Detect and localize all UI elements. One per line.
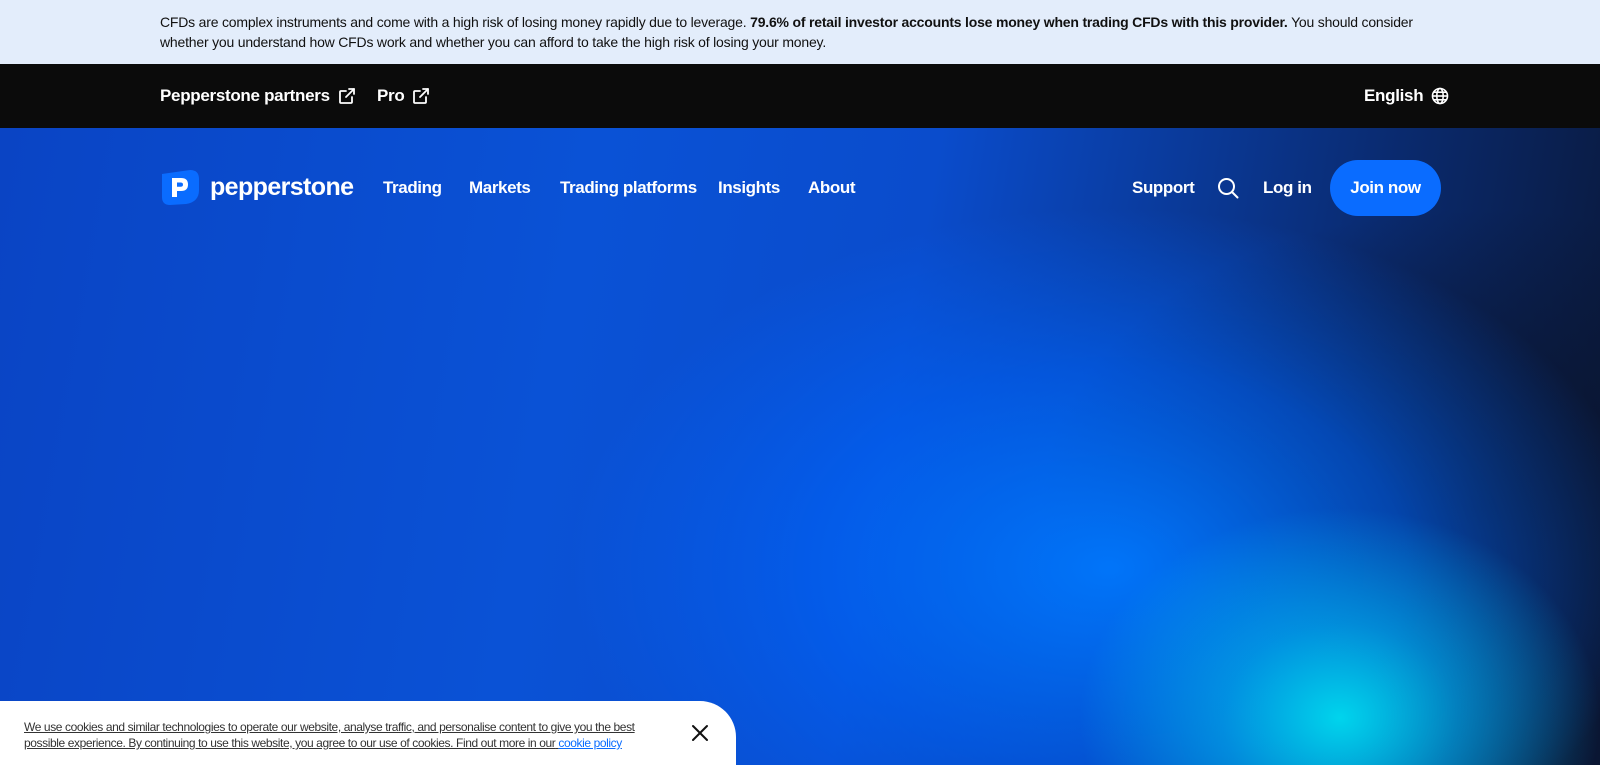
main-navigation: pepperstone Trading Markets Trading plat… <box>0 160 1600 216</box>
search-icon <box>1218 178 1239 199</box>
cookie-banner: We use cookies and similar technologies … <box>0 701 736 765</box>
search-button[interactable] <box>1216 176 1240 200</box>
language-selector[interactable]: English <box>1364 64 1449 128</box>
partners-label: Pepperstone partners <box>160 86 330 105</box>
hero-section <box>0 128 1600 765</box>
join-now-label: Join now <box>1350 178 1421 197</box>
nav-item-insights[interactable]: Insights <box>718 160 780 216</box>
external-link-icon <box>338 88 355 104</box>
cookie-text: We use cookies and similar technologies … <box>24 719 664 751</box>
close-icon <box>692 725 708 741</box>
nav-item-markets[interactable]: Markets <box>469 160 531 216</box>
pepperstone-partners-link[interactable]: Pepperstone partners <box>160 64 356 128</box>
nav-item-trading[interactable]: Trading <box>383 160 442 216</box>
cookie-message: We use cookies and similar technologies … <box>24 720 635 750</box>
globe-icon <box>1431 87 1449 105</box>
cookie-policy-link[interactable]: cookie policy <box>558 736 622 750</box>
support-link[interactable]: Support <box>1132 160 1195 216</box>
pro-link[interactable]: Pro <box>377 64 430 128</box>
join-now-button[interactable]: Join now <box>1330 160 1441 216</box>
language-label: English <box>1364 86 1424 105</box>
pepperstone-logo-icon <box>162 170 199 205</box>
risk-warning-banner: CFDs are complex instruments and come wi… <box>0 0 1600 64</box>
risk-warning-text: CFDs are complex instruments and come wi… <box>160 14 747 30</box>
cookie-close-button[interactable] <box>690 723 710 743</box>
nav-item-about[interactable]: About <box>808 160 855 216</box>
pepperstone-logo[interactable]: pepperstone <box>160 168 354 206</box>
nav-item-trading-platforms[interactable]: Trading platforms <box>560 160 697 216</box>
pro-label: Pro <box>377 86 405 105</box>
external-link-icon <box>413 88 430 104</box>
logo-text: pepperstone <box>210 172 354 201</box>
risk-warning-stat: 79.6% of retail investor accounts lose m… <box>750 14 1288 30</box>
login-link[interactable]: Log in <box>1263 160 1312 216</box>
utility-bar: Pepperstone partners Pro English <box>0 64 1600 128</box>
